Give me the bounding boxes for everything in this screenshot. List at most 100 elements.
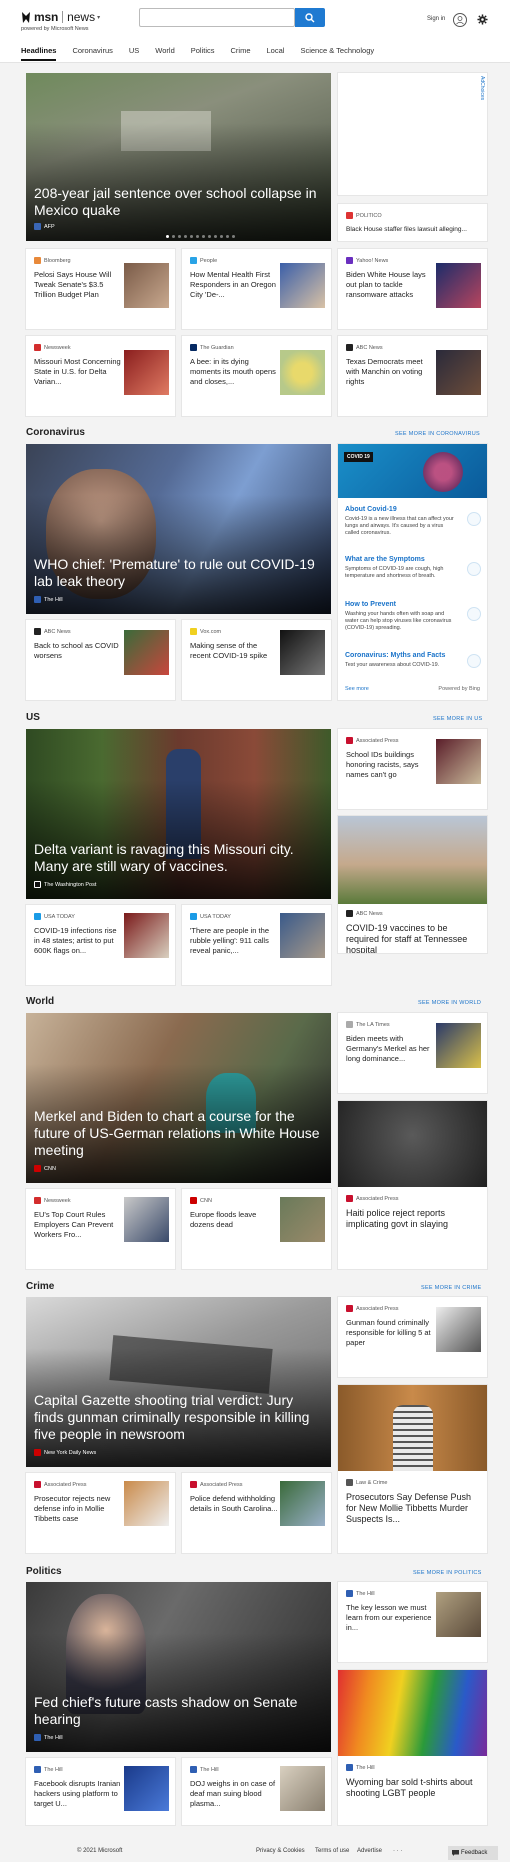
news-card[interactable]: The Guardian A bee: in its dying moments…: [182, 336, 331, 416]
news-card[interactable]: Yahoo! News Biden White House lays out p…: [338, 249, 487, 329]
card-title[interactable]: Black House staffer files lawsuit allegi…: [346, 225, 481, 235]
card-title[interactable]: Haiti police reject reports implicating …: [346, 1208, 481, 1230]
card-title[interactable]: Texas Democrats meet with Manchin on vot…: [346, 357, 434, 387]
card-title[interactable]: A bee: in its dying moments its mouth op…: [190, 357, 278, 387]
card-title[interactable]: Missouri Most Concerning State in U.S. f…: [34, 357, 122, 387]
terms-link[interactable]: Terms of use: [315, 1848, 349, 1854]
see-more-world-link[interactable]: SEE MORE IN WORLD: [418, 1000, 481, 1006]
see-more-politics-link[interactable]: SEE MORE IN POLITICS: [413, 1570, 482, 1576]
privacy-link[interactable]: Privacy & Cookies: [256, 1848, 305, 1854]
news-card-large[interactable]: ABC News COVID-19 vaccines to be require…: [338, 816, 487, 953]
nav-headlines[interactable]: Headlines: [21, 46, 57, 61]
news-card[interactable]: The Hill Facebook disrupts Iranian hacke…: [26, 1758, 175, 1825]
side-card[interactable]: POLITICO Black House staffer files lawsu…: [338, 204, 487, 241]
section-title-world[interactable]: World: [26, 996, 54, 1007]
hero-title[interactable]: Capital Gazette shooting trial verdict: …: [34, 1392, 321, 1443]
card-title[interactable]: Biden meets with Germany's Merkel as her…: [346, 1034, 434, 1064]
card-title[interactable]: 'There are people in the rubble yelling'…: [190, 926, 278, 956]
covid-item-myths[interactable]: Coronavirus: Myths and Facts Test your a…: [345, 652, 481, 669]
nav-local[interactable]: Local: [267, 46, 285, 61]
world-hero-card[interactable]: Merkel and Biden to chart a course for t…: [26, 1013, 331, 1183]
nav-us[interactable]: US: [129, 46, 139, 61]
covid-item-symptoms[interactable]: What are the Symptoms Symptoms of COVID-…: [345, 556, 481, 580]
card-title[interactable]: School IDs buildings honoring racists, s…: [346, 750, 434, 780]
news-card[interactable]: ABC News Back to school as COVID worsens: [26, 620, 175, 700]
news-card-large[interactable]: Associated Press Haiti police reject rep…: [338, 1101, 487, 1269]
nav-coronavirus[interactable]: Coronavirus: [72, 46, 112, 61]
nav-crime[interactable]: Crime: [231, 46, 251, 61]
see-more-us-link[interactable]: SEE MORE IN US: [433, 716, 482, 722]
card-title[interactable]: COVID-19 vaccines to be required for sta…: [346, 923, 481, 953]
crime-hero-card[interactable]: Capital Gazette shooting trial verdict: …: [26, 1297, 331, 1467]
card-title[interactable]: Gunman found criminally responsible for …: [346, 1318, 434, 1348]
news-card-large[interactable]: The Hill Wyoming bar sold t-shirts about…: [338, 1670, 487, 1825]
avatar[interactable]: [453, 13, 467, 27]
card-title[interactable]: Facebook disrupts Iranian hackers using …: [34, 1779, 122, 1809]
search-button[interactable]: [295, 8, 325, 27]
news-card[interactable]: Newsweek Missouri Most Concerning State …: [26, 336, 175, 416]
news-card[interactable]: Associated Press Prosecutor rejects new …: [26, 1473, 175, 1553]
card-title[interactable]: The key lesson we must learn from our ex…: [346, 1603, 434, 1633]
news-card[interactable]: Vox.com Making sense of the recent COVID…: [182, 620, 331, 700]
hero-title[interactable]: WHO chief: 'Premature' to rule out COVID…: [34, 556, 321, 590]
news-card[interactable]: USA TODAY 'There are people in the rubbl…: [182, 905, 331, 985]
carousel-dots[interactable]: [166, 235, 235, 238]
news-card[interactable]: CNN Europe floods leave dozens dead: [182, 1189, 331, 1269]
card-title[interactable]: EU's Top Court Rules Employers Can Preve…: [34, 1210, 122, 1240]
search-input[interactable]: [140, 9, 294, 26]
card-title[interactable]: Making sense of the recent COVID-19 spik…: [190, 641, 278, 661]
gear-icon[interactable]: [477, 14, 488, 25]
news-card[interactable]: ABC News Texas Democrats meet with Manch…: [338, 336, 487, 416]
section-title-politics[interactable]: Politics: [26, 1566, 62, 1577]
news-card[interactable]: Bloomberg Pelosi Says House Will Tweak S…: [26, 249, 175, 329]
headline-hero-card[interactable]: 208-year jail sentence over school colla…: [26, 73, 331, 241]
card-title[interactable]: Wyoming bar sold t-shirts about shooting…: [346, 1777, 481, 1799]
nav-politics[interactable]: Politics: [191, 46, 215, 61]
adchoices-label[interactable]: AdChoices: [479, 76, 485, 100]
see-more-coronavirus-link[interactable]: SEE MORE IN CORONAVIRUS: [395, 431, 480, 437]
card-title[interactable]: Europe floods leave dozens dead: [190, 1210, 278, 1230]
hero-title[interactable]: Merkel and Biden to chart a course for t…: [34, 1108, 321, 1159]
card-title[interactable]: COVID-19 infections rise in 48 states; a…: [34, 926, 122, 956]
news-card[interactable]: The LA Times Biden meets with Germany's …: [338, 1013, 487, 1093]
hero-title[interactable]: 208-year jail sentence over school colla…: [34, 185, 321, 219]
news-card[interactable]: The Hill The key lesson we must learn fr…: [338, 1582, 487, 1662]
section-title-crime[interactable]: Crime: [26, 1281, 54, 1292]
nav-science-technology[interactable]: Science & Technology: [300, 46, 374, 61]
covid-item-about[interactable]: About Covid-19 Covid-19 is a new illness…: [345, 506, 481, 537]
card-title[interactable]: Police defend withholding details in Sou…: [190, 1494, 278, 1514]
news-card[interactable]: Associated Press Police defend withholdi…: [182, 1473, 331, 1553]
card-title[interactable]: DOJ weighs in on case of deaf man suing …: [190, 1779, 278, 1809]
advertisement[interactable]: AdChoices: [338, 73, 487, 195]
card-title[interactable]: Prosecutor rejects new defense info in M…: [34, 1494, 122, 1524]
news-card[interactable]: Associated Press School IDs buildings ho…: [338, 729, 487, 809]
politics-hero-card[interactable]: Fed chief's future casts shadow on Senat…: [26, 1582, 331, 1752]
card-title[interactable]: Biden White House lays out plan to tackl…: [346, 270, 434, 300]
section-title-us[interactable]: US: [26, 712, 40, 723]
coronavirus-hero-card[interactable]: WHO chief: 'Premature' to rule out COVID…: [26, 444, 331, 614]
more-icon[interactable]: · · ·: [393, 1848, 402, 1854]
card-title[interactable]: Prosecutors Say Defense Push for New Mol…: [346, 1492, 481, 1525]
nav-world[interactable]: World: [155, 46, 174, 61]
us-hero-card[interactable]: Delta variant is ravaging this Missouri …: [26, 729, 331, 899]
hero-title[interactable]: Fed chief's future casts shadow on Senat…: [34, 1694, 321, 1728]
news-card[interactable]: The Hill DOJ weighs in on case of deaf m…: [182, 1758, 331, 1825]
card-title[interactable]: How Mental Health First Responders in an…: [190, 270, 278, 300]
covid-item-prevent[interactable]: How to Prevent Washing your hands often …: [345, 601, 481, 632]
news-card[interactable]: Newsweek EU's Top Court Rules Employers …: [26, 1189, 175, 1269]
section-title-coronavirus[interactable]: Coronavirus: [26, 427, 85, 438]
news-card-large[interactable]: Law & Crime Prosecutors Say Defense Push…: [338, 1385, 487, 1553]
news-card[interactable]: USA TODAY COVID-19 infections rise in 48…: [26, 905, 175, 985]
hero-title[interactable]: Delta variant is ravaging this Missouri …: [34, 841, 321, 875]
news-card[interactable]: Associated Press Gunman found criminally…: [338, 1297, 487, 1377]
top-header: msn news ▾ powered by Microsoft News Sig…: [0, 0, 510, 63]
advertise-link[interactable]: Advertise: [357, 1848, 382, 1854]
brand[interactable]: msn news ▾: [21, 10, 100, 24]
card-title[interactable]: Pelosi Says House Will Tweak Senate's $3…: [34, 270, 122, 300]
covid-see-more-link[interactable]: See more: [345, 686, 369, 692]
see-more-crime-link[interactable]: SEE MORE IN CRIME: [421, 1285, 481, 1291]
feedback-button[interactable]: Feedback: [448, 1846, 498, 1860]
news-card[interactable]: People How Mental Health First Responder…: [182, 249, 331, 329]
signin-link[interactable]: Sign in: [427, 16, 445, 22]
card-title[interactable]: Back to school as COVID worsens: [34, 641, 122, 661]
